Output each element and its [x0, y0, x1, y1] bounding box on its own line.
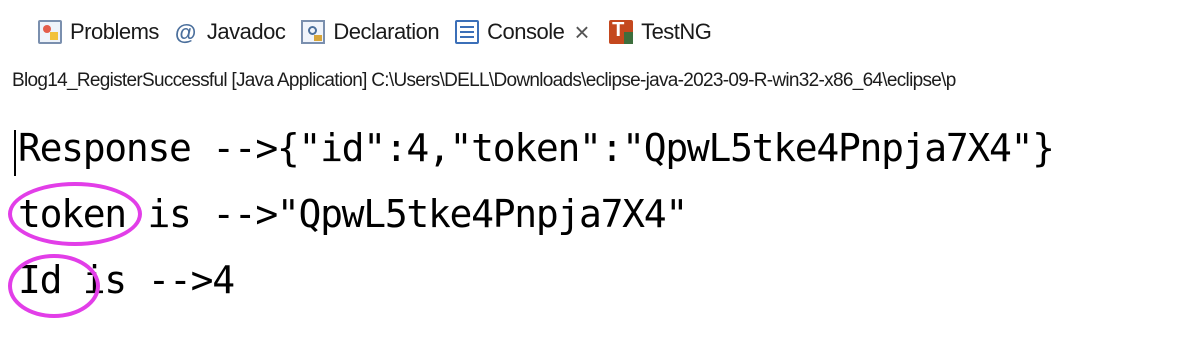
console-output[interactable]: Response -->{"id":4,"token":"QpwL5tke4Pn…	[0, 112, 1182, 364]
tab-javadoc-label: Javadoc	[206, 19, 286, 44]
tab-problems-label: Problems	[70, 19, 159, 44]
view-tab-bar: Problems @ Javadoc Declaration Console ×…	[0, 0, 1182, 64]
tab-declaration[interactable]: Declaration	[301, 19, 440, 45]
at-icon: @	[174, 20, 196, 45]
close-icon[interactable]: ×	[574, 19, 589, 45]
console-line-response: Response -->{"id":4,"token":"QpwL5tke4Pn…	[18, 126, 1055, 170]
console-icon	[455, 20, 480, 44]
tab-problems[interactable]: Problems	[38, 19, 159, 45]
console-launch-info: Blog14_RegisterSuccessful [Java Applicat…	[12, 70, 956, 91]
problems-icon	[38, 20, 62, 44]
tab-console[interactable]: Console ×	[455, 19, 593, 45]
tab-testng-label: TestNG	[641, 19, 712, 44]
declaration-icon	[301, 20, 326, 44]
tab-declaration-label: Declaration	[333, 19, 440, 44]
tab-console-label: Console	[487, 19, 565, 44]
highlight-circle-token	[8, 182, 142, 246]
highlight-circle-id	[8, 254, 100, 318]
testng-icon	[609, 19, 634, 44]
tab-javadoc[interactable]: @ Javadoc	[174, 19, 286, 45]
tab-testng[interactable]: TestNG	[609, 19, 712, 45]
